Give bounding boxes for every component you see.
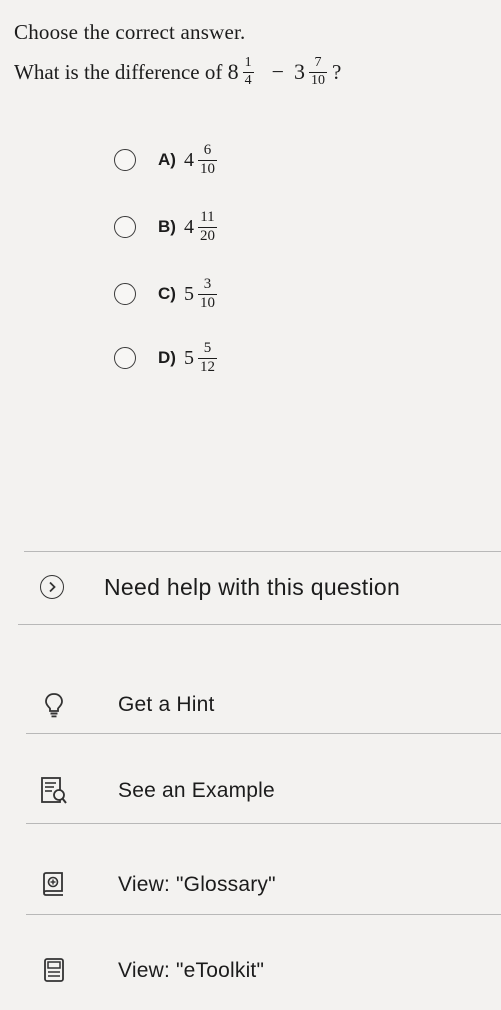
option-numerator: 11: [200, 208, 215, 225]
option-fraction: 11 20: [197, 208, 217, 245]
view-glossary-button[interactable]: View: "Glossary": [40, 860, 501, 910]
option-a[interactable]: A) 4 6 10: [114, 136, 219, 184]
tool-label: See an Example: [118, 779, 275, 802]
option-numerator: 3: [203, 275, 212, 292]
first-whole: 8: [227, 59, 239, 85]
option-value: 4 11 20: [183, 208, 219, 245]
minus-operator: −: [271, 59, 285, 85]
question-mark: ?: [332, 59, 342, 84]
view-etoolkit-button[interactable]: View: "eToolkit": [40, 946, 501, 996]
option-denominator: 12: [197, 357, 217, 375]
first-fraction: 1 4: [242, 55, 254, 88]
option-numerator: 6: [203, 141, 212, 158]
option-fraction: 6 10: [197, 141, 217, 178]
option-c[interactable]: C) 5 3 10: [114, 270, 219, 318]
first-denominator: 4: [242, 71, 254, 88]
question-prefix: What is the difference of: [14, 59, 223, 84]
get-hint-button[interactable]: Get a Hint: [40, 680, 501, 730]
tool-label: Get a Hint: [118, 693, 215, 716]
help-toggle[interactable]: Need help with this question: [40, 560, 501, 614]
chevron-right-icon: [40, 575, 64, 599]
second-whole: 3: [294, 59, 306, 85]
glossary-icon: [40, 870, 68, 900]
radio-button[interactable]: [114, 283, 136, 305]
option-d[interactable]: D) 5 5 12: [114, 334, 219, 382]
first-numerator: 1: [244, 55, 252, 70]
help-divider-top: [24, 551, 501, 552]
first-mixed-number: 8 1 4: [227, 55, 256, 88]
help-title: Need help with this question: [104, 573, 401, 600]
see-example-button[interactable]: See an Example: [40, 766, 501, 816]
radio-button[interactable]: [114, 216, 136, 238]
option-letter: D): [158, 348, 176, 367]
option-whole: 4: [183, 148, 194, 171]
radio-button[interactable]: [114, 347, 136, 369]
option-fraction: 5 12: [197, 339, 217, 376]
option-denominator: 20: [197, 226, 217, 244]
tool-label: View: "eToolkit": [118, 959, 265, 982]
option-b[interactable]: B) 4 11 20: [114, 203, 219, 251]
etoolkit-icon: [40, 956, 68, 986]
help-divider-bottom: [18, 624, 501, 625]
example-icon: [40, 776, 68, 806]
option-whole: 5: [183, 282, 194, 305]
second-denominator: 10: [309, 71, 328, 88]
second-fraction: 7 10: [309, 55, 328, 88]
option-value: 4 6 10: [183, 141, 219, 178]
tool-divider: [26, 914, 501, 915]
option-value: 5 5 12: [183, 339, 219, 376]
lightbulb-icon: [40, 690, 68, 720]
option-whole: 5: [183, 346, 194, 369]
option-letter: C): [158, 284, 176, 303]
second-numerator: 7: [314, 55, 322, 70]
question-text: What is the difference of 8 1 4 − 3 7 10…: [14, 55, 342, 88]
tool-divider: [26, 823, 501, 824]
option-denominator: 10: [197, 159, 217, 177]
instruction-text: Choose the correct answer.: [14, 20, 246, 44]
option-value: 5 3 10: [183, 275, 219, 312]
option-whole: 4: [183, 215, 194, 238]
tool-label: View: "Glossary": [118, 873, 276, 896]
tool-divider: [26, 733, 501, 734]
option-letter: A): [158, 150, 176, 169]
option-fraction: 3 10: [197, 275, 217, 312]
second-mixed-number: 3 7 10: [294, 55, 329, 88]
radio-button[interactable]: [114, 149, 136, 171]
option-letter: B): [158, 217, 176, 236]
option-denominator: 10: [197, 293, 217, 311]
option-numerator: 5: [203, 339, 212, 356]
